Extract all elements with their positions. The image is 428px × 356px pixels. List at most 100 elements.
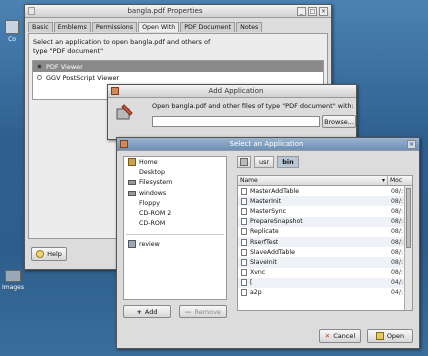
file-name: RserfTest [250, 238, 279, 246]
path-nav-button[interactable] [237, 156, 251, 168]
place-review[interactable]: review [124, 239, 226, 249]
file-list: Name ▾ Moc MasterAddTable 08/: MasterInit 0… [237, 175, 413, 311]
scrollbar-thumb[interactable] [406, 188, 411, 248]
minimize-icon[interactable]: _ [297, 6, 306, 16]
file-row[interactable]: a2p 04/: [238, 288, 412, 298]
place-floppy[interactable]: Floppy [124, 198, 226, 208]
tab-pdf-document[interactable]: PDF Document [180, 22, 236, 32]
places-sidebar: Home Desktop Filesystem windows Floppy C… [123, 156, 227, 300]
app-icon [111, 87, 119, 95]
desktop-icon-images[interactable]: Images [2, 270, 24, 291]
minus-icon: — [185, 307, 192, 316]
tab-emblems[interactable]: Emblems [53, 22, 91, 32]
tools-icon [116, 104, 133, 120]
file-row[interactable]: PrepareSnapshot 08/: [238, 216, 412, 227]
app-label: PDF Viewer [46, 62, 83, 71]
file-name: Replicate [250, 228, 279, 236]
radio-button[interactable] [37, 75, 42, 80]
place-cdrom2[interactable]: CD-ROM 2 [124, 208, 226, 218]
file-name: a2p [250, 289, 262, 297]
select-application-dialog: Select an Application × Home Desktop Fil… [116, 137, 420, 349]
file-name: SlaveAddTable [250, 248, 295, 256]
tab-open-with[interactable]: Open With [138, 22, 180, 32]
place-label: Home [139, 158, 158, 166]
drive-icon [128, 190, 136, 196]
places-separator [126, 229, 224, 236]
crumb-usr[interactable]: usr [254, 156, 275, 168]
file-name: SlaveInit [250, 258, 277, 266]
window-title: bangla.pdf Properties [127, 7, 203, 15]
pdf-file-icon [28, 7, 35, 15]
edit-path-icon [240, 158, 248, 166]
place-label: Desktop [139, 168, 165, 176]
file-row[interactable]: Replicate 08/: [238, 227, 412, 237]
place-cdrom[interactable]: CD-ROM [124, 219, 226, 229]
file-name-cell: Replicate [238, 228, 388, 236]
file-icon [241, 187, 247, 195]
open-button[interactable]: Open [367, 329, 413, 343]
close-icon[interactable]: × [319, 6, 328, 16]
remove-label: Remove [194, 307, 221, 316]
properties-titlebar[interactable]: bangla.pdf Properties _ □ × [25, 5, 331, 18]
place-windows[interactable]: windows [124, 188, 226, 198]
command-input[interactable] [152, 116, 320, 127]
file-icon [241, 279, 247, 287]
radio-button[interactable] [37, 64, 42, 69]
file-row[interactable]: MasterAddTable 08/: [238, 186, 412, 196]
file-row[interactable]: RserfTest 08/: [238, 236, 412, 248]
vertical-scrollbar[interactable] [404, 186, 412, 310]
app-row-pdf-viewer[interactable]: PDF Viewer [33, 61, 323, 72]
maximize-icon[interactable]: □ [308, 6, 317, 16]
file-row[interactable]: MasterInit 08/: [238, 196, 412, 207]
place-desktop[interactable]: Desktop [124, 167, 226, 177]
file-row[interactable]: Xvnc 08/: [238, 268, 412, 278]
file-icon [241, 197, 247, 205]
place-home[interactable]: Home [124, 157, 226, 167]
place-filesystem[interactable]: Filesystem [124, 178, 226, 188]
desktop-icon-computer[interactable]: Co [2, 20, 22, 43]
place-label: CD-ROM 2 [139, 210, 172, 218]
file-name-cell: MasterAddTable [238, 187, 388, 195]
file-icon [241, 228, 247, 236]
file-icon [241, 248, 247, 256]
file-name-cell: MasterSync [238, 207, 388, 215]
file-row[interactable]: SlaveInit 08/: [238, 257, 412, 268]
file-row[interactable]: SlaveAddTable 08/: [238, 247, 412, 257]
open-with-description: Select an application to open bangla.pdf… [33, 38, 211, 55]
tab-notes[interactable]: Notes [236, 22, 263, 32]
add-label: Add [144, 307, 158, 316]
column-modified[interactable]: Moc [388, 176, 412, 185]
file-icon [241, 258, 247, 266]
select-application-titlebar[interactable]: Select an Application × [117, 138, 419, 151]
file-row[interactable]: MasterSync 08/: [238, 206, 412, 216]
browse-button[interactable]: Browse... [322, 115, 356, 128]
place-label: Floppy [139, 199, 160, 207]
crumb-bin[interactable]: bin [277, 156, 299, 168]
place-label: Filesystem [139, 179, 173, 187]
add-application-prompt: Open bangla.pdf and other files of type … [152, 102, 354, 110]
tab-bar: Basic Emblems Permissions Open With PDF … [28, 22, 263, 32]
cancel-button[interactable]: ✕ Cancel [319, 329, 361, 343]
tab-permissions[interactable]: Permissions [91, 22, 138, 32]
remove-button[interactable]: — Remove [179, 305, 227, 318]
close-icon[interactable]: × [407, 139, 416, 149]
tab-basic[interactable]: Basic [28, 22, 53, 32]
help-button[interactable]: Help [31, 247, 67, 261]
place-label: review [139, 240, 160, 248]
column-name-label: Name [240, 177, 258, 184]
column-name[interactable]: Name ▾ [238, 176, 388, 185]
folder-icon [128, 240, 136, 249]
app-label: GGV PostScript Viewer [46, 73, 120, 82]
file-name-cell: a2p [238, 289, 388, 297]
help-icon [36, 250, 45, 258]
add-application-titlebar[interactable]: Add Application [108, 85, 356, 98]
file-row[interactable]: [04/: [238, 277, 412, 288]
dialog-title: Select an Application [229, 140, 304, 148]
file-name-cell: PrepareSnapshot [238, 218, 388, 226]
app-icon [120, 140, 128, 148]
file-name: PrepareSnapshot [250, 218, 303, 226]
drive-icon [128, 180, 136, 186]
app-row-ggv[interactable]: GGV PostScript Viewer [33, 72, 323, 83]
place-label: windows [139, 189, 167, 197]
add-button[interactable]: + Add [123, 305, 171, 318]
